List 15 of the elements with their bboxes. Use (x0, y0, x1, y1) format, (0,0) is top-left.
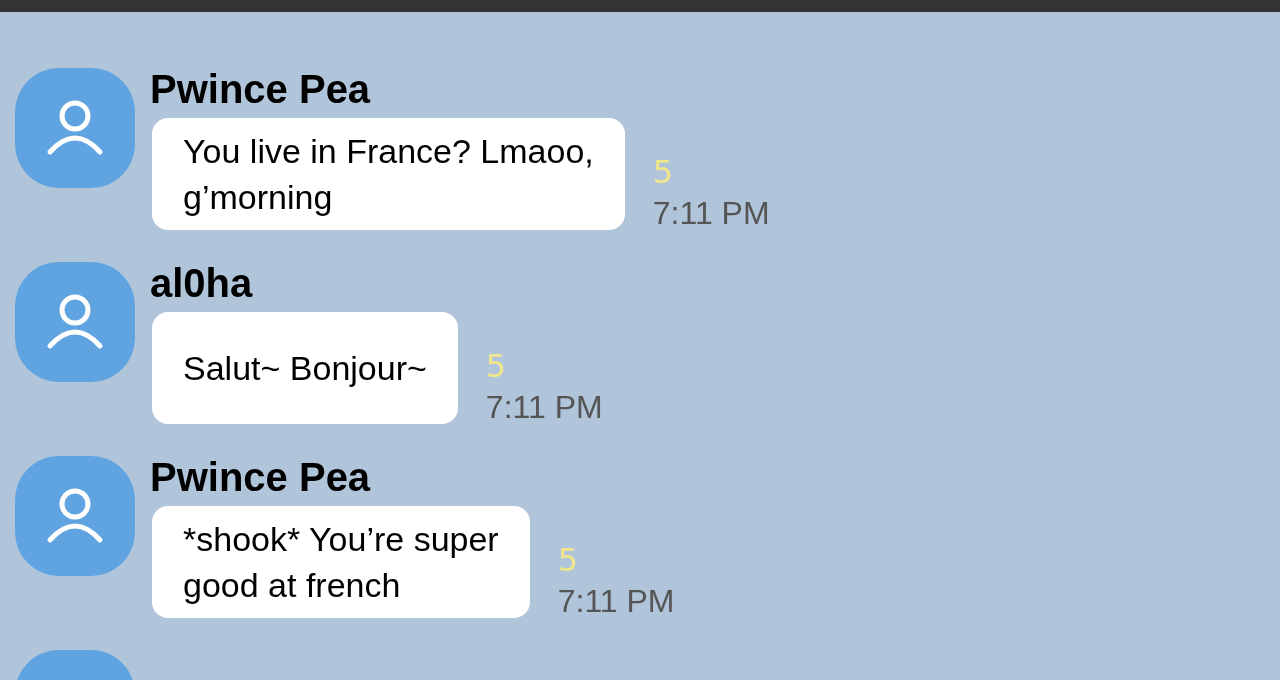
sender-name: al0ha (150, 260, 254, 307)
message-time: 7:11 PM (485, 388, 603, 427)
sender-name: Pwince Pea (150, 454, 372, 501)
message-time: 7:11 PM (557, 582, 675, 621)
message-bubble: You live in France? Lmaoo, g’morning (152, 118, 625, 230)
sender-name: Pwince Pea (150, 66, 372, 113)
unread-count: 5 (652, 152, 675, 192)
message-bubble: Salut~ Bonjour~ (152, 312, 458, 424)
message-time: 7:11 PM (652, 194, 770, 233)
message-bubble: *shook* You’re super good at french (152, 506, 530, 618)
user-avatar-icon[interactable] (15, 68, 135, 188)
unread-count: 5 (557, 540, 580, 580)
user-avatar-icon[interactable] (15, 456, 135, 576)
unread-count: 5 (485, 346, 508, 386)
user-avatar-icon[interactable] (15, 262, 135, 382)
